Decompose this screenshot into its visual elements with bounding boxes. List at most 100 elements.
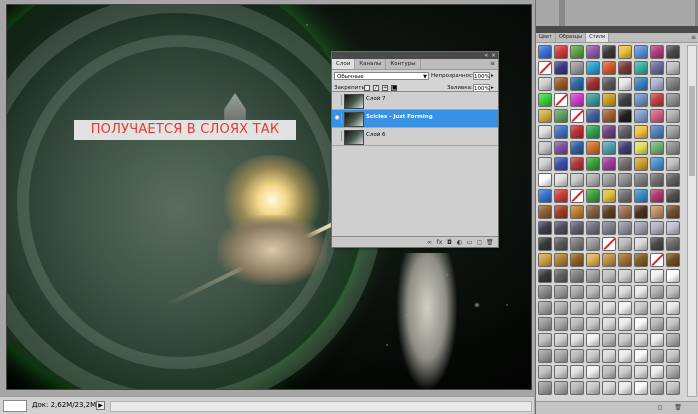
style-swatch[interactable] (602, 189, 616, 203)
style-swatch[interactable] (570, 109, 584, 123)
style-swatch[interactable] (650, 333, 664, 347)
horizontal-scrollbar[interactable] (110, 401, 532, 412)
style-swatch[interactable] (650, 93, 664, 107)
style-swatch[interactable] (634, 109, 648, 123)
style-swatch[interactable] (538, 301, 552, 315)
style-swatch[interactable] (586, 301, 600, 315)
style-swatch[interactable] (650, 189, 664, 203)
eye-icon[interactable]: ◉ (333, 113, 342, 123)
style-swatch[interactable] (650, 237, 664, 251)
style-swatch[interactable] (538, 45, 552, 59)
collapse-panel-icon[interactable]: « (484, 52, 488, 59)
style-swatch[interactable] (618, 381, 632, 395)
style-swatch[interactable] (570, 141, 584, 155)
style-swatch[interactable] (618, 237, 632, 251)
style-swatch[interactable] (602, 269, 616, 283)
style-swatch[interactable] (650, 141, 664, 155)
style-swatch[interactable] (618, 157, 632, 171)
style-swatch[interactable] (538, 125, 552, 139)
style-swatch[interactable] (570, 237, 584, 251)
style-swatch[interactable] (618, 285, 632, 299)
style-swatch[interactable] (602, 45, 616, 59)
style-swatch[interactable] (666, 349, 680, 363)
style-swatch[interactable] (570, 173, 584, 187)
style-swatch[interactable] (570, 61, 584, 75)
style-swatch[interactable] (650, 349, 664, 363)
style-swatch[interactable] (570, 285, 584, 299)
style-swatch[interactable] (650, 157, 664, 171)
tab-color[interactable]: Цвет (536, 33, 556, 42)
style-swatch[interactable] (634, 317, 648, 331)
style-swatch[interactable] (570, 365, 584, 379)
trash-icon[interactable]: 🗑 (674, 404, 682, 412)
style-swatch[interactable] (666, 333, 680, 347)
style-swatch[interactable] (570, 189, 584, 203)
layers-panel-titlebar[interactable]: « × (332, 52, 498, 59)
style-swatch[interactable] (570, 157, 584, 171)
style-swatch[interactable] (634, 125, 648, 139)
style-swatch[interactable] (570, 381, 584, 395)
style-swatch[interactable] (666, 237, 680, 251)
style-swatch[interactable] (538, 381, 552, 395)
style-swatch[interactable] (666, 269, 680, 283)
style-swatch[interactable] (586, 93, 600, 107)
style-swatch[interactable] (650, 253, 664, 267)
style-swatch[interactable] (586, 77, 600, 91)
style-swatch[interactable] (554, 141, 568, 155)
style-swatch[interactable] (554, 61, 568, 75)
style-swatch[interactable] (538, 93, 552, 107)
style-swatch[interactable] (554, 173, 568, 187)
style-swatch[interactable] (650, 365, 664, 379)
style-swatch[interactable] (602, 333, 616, 347)
style-swatch[interactable] (538, 285, 552, 299)
scrollbar-thumb[interactable] (689, 86, 695, 176)
style-swatch[interactable] (586, 221, 600, 235)
style-swatch[interactable] (570, 349, 584, 363)
mask-icon[interactable]: ◘ (446, 239, 453, 246)
style-swatch[interactable] (602, 173, 616, 187)
style-swatch[interactable] (650, 301, 664, 315)
style-swatch[interactable] (618, 205, 632, 219)
style-swatch[interactable] (602, 349, 616, 363)
style-swatch[interactable] (602, 253, 616, 267)
style-swatch[interactable] (634, 253, 648, 267)
style-swatch[interactable] (650, 61, 664, 75)
style-swatch[interactable] (586, 237, 600, 251)
style-swatch[interactable] (602, 157, 616, 171)
layer-row-selected[interactable]: ◉ Scicles - Just Forming (332, 110, 498, 128)
style-swatch[interactable] (666, 173, 680, 187)
visibility-toggle[interactable] (333, 95, 342, 105)
link-icon[interactable]: ∞ (426, 239, 433, 246)
style-swatch[interactable] (586, 365, 600, 379)
style-swatch[interactable] (618, 189, 632, 203)
style-swatch[interactable] (602, 93, 616, 107)
style-swatch[interactable] (554, 45, 568, 59)
style-swatch[interactable] (618, 141, 632, 155)
style-swatch[interactable] (586, 317, 600, 331)
fx-icon[interactable]: fx (436, 239, 443, 246)
styles-panel-titlebar[interactable] (536, 26, 698, 33)
style-swatch[interactable] (554, 109, 568, 123)
style-swatch[interactable] (586, 253, 600, 267)
tab-paths[interactable]: Контуры (386, 59, 421, 69)
style-swatch[interactable] (650, 77, 664, 91)
style-swatch[interactable] (634, 205, 648, 219)
panel-menu-icon[interactable]: ≡ (691, 33, 696, 42)
style-swatch[interactable] (666, 125, 680, 139)
style-swatch[interactable] (650, 221, 664, 235)
style-swatch[interactable] (618, 61, 632, 75)
style-swatch[interactable] (570, 45, 584, 59)
style-swatch[interactable] (554, 349, 568, 363)
style-swatch[interactable] (618, 349, 632, 363)
style-swatch[interactable] (538, 189, 552, 203)
style-swatch[interactable] (634, 301, 648, 315)
style-swatch[interactable] (538, 317, 552, 331)
style-swatch[interactable] (538, 61, 552, 75)
style-swatch[interactable] (554, 221, 568, 235)
style-swatch[interactable] (618, 317, 632, 331)
panel-menu-icon[interactable]: ≡ (490, 60, 495, 67)
new-layer-icon[interactable]: ◻ (476, 239, 483, 246)
style-swatch[interactable] (602, 301, 616, 315)
style-swatch[interactable] (618, 253, 632, 267)
style-swatch[interactable] (586, 125, 600, 139)
